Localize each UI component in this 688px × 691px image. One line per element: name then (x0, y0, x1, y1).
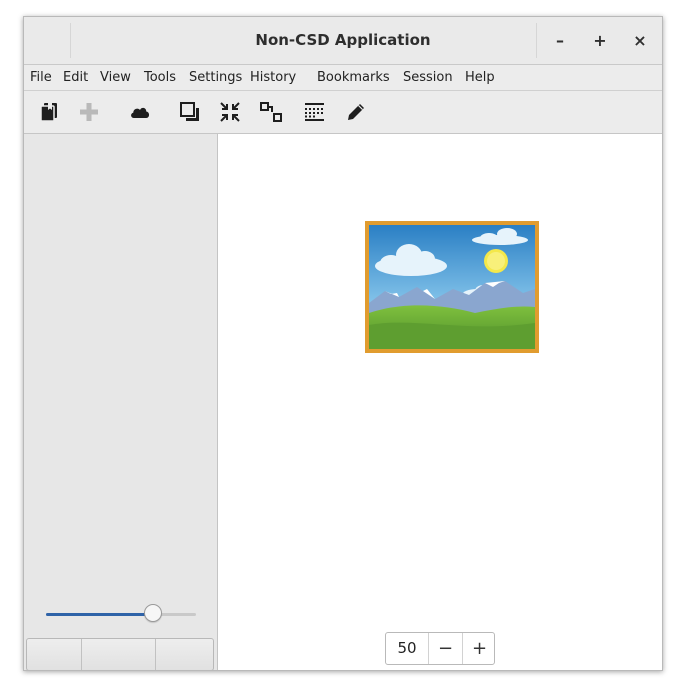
menu-tools[interactable]: Tools (144, 65, 176, 91)
menu-bookmarks[interactable]: Bookmarks (317, 65, 390, 91)
zoom-decrement-button[interactable]: − (429, 633, 463, 664)
sidebar-button-3[interactable] (155, 639, 213, 670)
bookmarks-icon[interactable] (38, 100, 62, 124)
menu-help[interactable]: Help (465, 65, 495, 91)
landscape-picture-icon (365, 221, 539, 353)
add-icon[interactable] (77, 100, 101, 124)
sidebar-button-2[interactable] (81, 639, 156, 670)
zoom-value[interactable]: 50 (386, 633, 429, 664)
title-bar[interactable]: Non-CSD Application – + × (24, 17, 662, 65)
zoom-increment-button[interactable]: + (463, 633, 496, 664)
menu-bar: File Edit View Tools Settings History Bo… (24, 64, 662, 91)
sidebar-button-1[interactable] (27, 639, 82, 670)
menu-settings[interactable]: Settings (189, 65, 242, 91)
zoom-spinbutton: 50 − + (385, 632, 495, 665)
menu-file[interactable]: File (30, 65, 52, 91)
sidebar-slider-fill (46, 613, 153, 616)
connect-nodes-icon[interactable] (259, 100, 283, 124)
sidebar-slider-track[interactable] (46, 613, 196, 616)
menu-edit[interactable]: Edit (63, 65, 88, 91)
copy-window-icon[interactable] (178, 100, 202, 124)
table-icon[interactable] (303, 100, 327, 124)
sidebar-button-group (26, 638, 214, 670)
application-window: Non-CSD Application – + × File Edit View… (23, 16, 663, 671)
toolbar (24, 91, 662, 134)
shrink-icon[interactable] (218, 100, 242, 124)
content-area: 50 − + (218, 134, 662, 670)
close-button[interactable]: × (628, 29, 652, 53)
sidebar (24, 134, 218, 670)
edit-pencil-icon[interactable] (344, 100, 368, 124)
cloud-icon[interactable] (128, 100, 152, 124)
minimize-button[interactable]: – (548, 29, 572, 53)
maximize-button[interactable]: + (588, 29, 612, 53)
menu-session[interactable]: Session (403, 65, 453, 91)
sidebar-slider-thumb[interactable] (143, 604, 162, 622)
menu-view[interactable]: View (100, 65, 131, 91)
menu-history[interactable]: History (250, 65, 296, 91)
